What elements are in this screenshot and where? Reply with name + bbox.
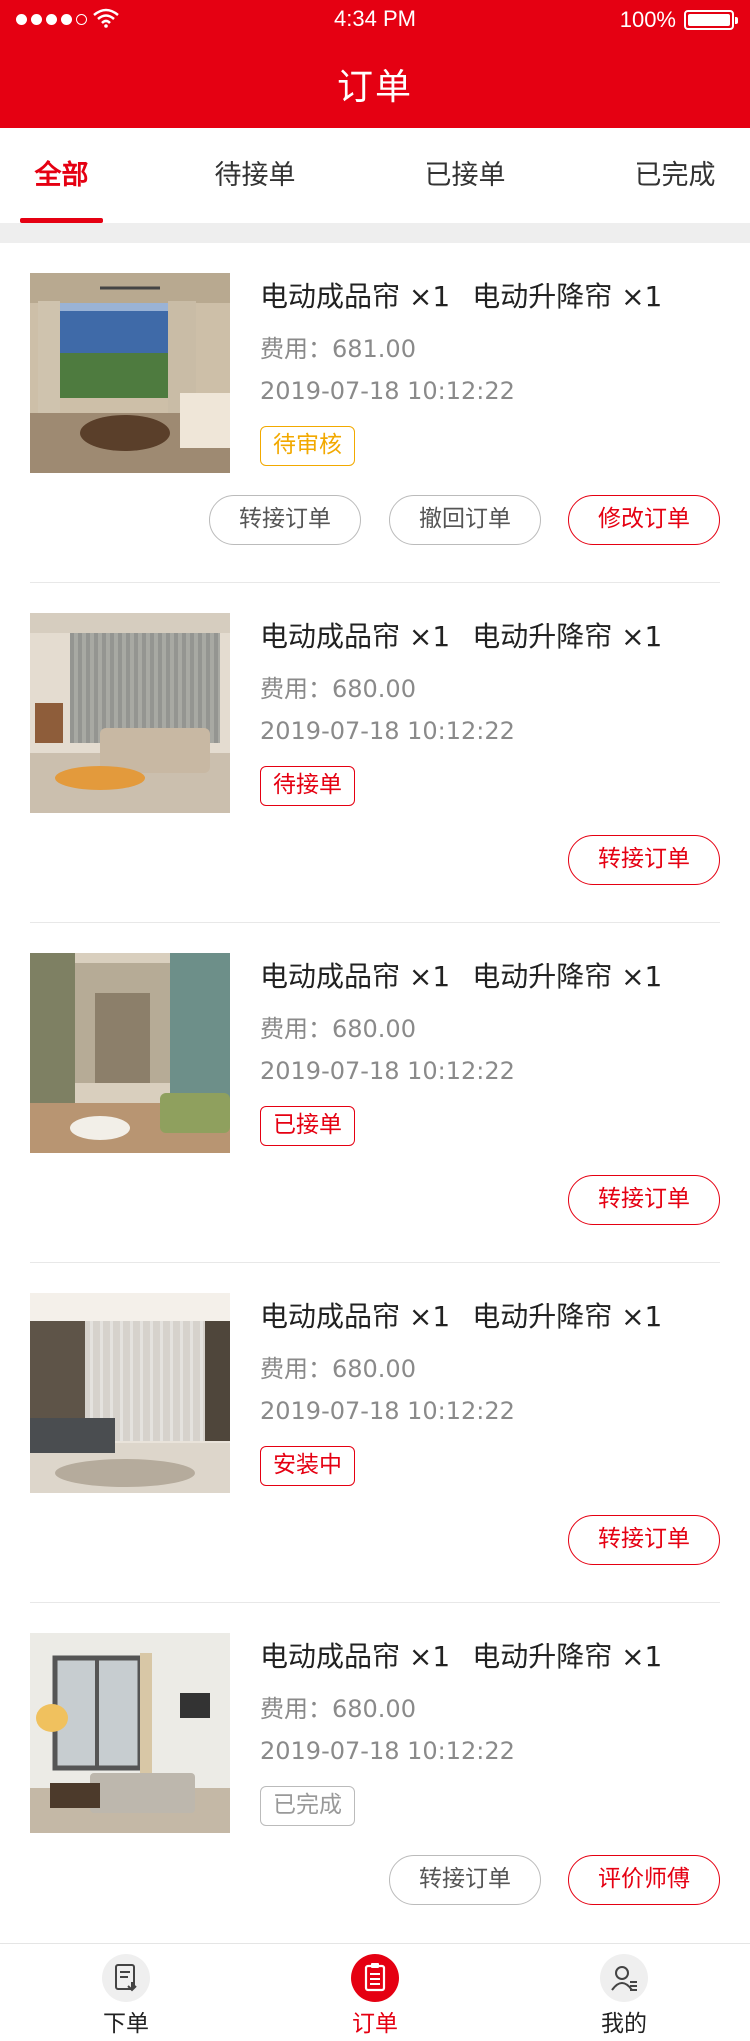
status-badge: 已接单 xyxy=(260,1106,355,1146)
battery-icon xyxy=(684,10,738,30)
order-fee: 费用：680.00 xyxy=(260,675,416,703)
bottom-navigation: 下单 订单 我的 xyxy=(0,1943,750,2041)
rate-technician-button[interactable]: 评价师傅 xyxy=(568,1855,720,1905)
nav-label: 我的 xyxy=(601,2011,647,2037)
nav-place-order[interactable]: 下单 xyxy=(66,1944,186,2041)
order-fee: 费用：680.00 xyxy=(260,1015,416,1043)
tab-pending-accept[interactable]: 待接单 xyxy=(205,128,305,223)
order-thumbnail xyxy=(30,1293,230,1493)
order-card[interactable]: 电动成品帘 ×1 电动升降帘 ×1 费用：680.00 2019-07-18 10… xyxy=(0,583,750,923)
order-items: 电动成品帘 ×1 电动升降帘 ×1 xyxy=(260,620,663,653)
order-date: 2019-07-18 10:12:22 xyxy=(260,717,515,745)
status-badge: 待审核 xyxy=(260,426,355,466)
order-form-icon xyxy=(102,1954,150,2002)
order-items: 电动成品帘 ×1 电动升降帘 ×1 xyxy=(260,960,663,993)
tab-accepted[interactable]: 已接单 xyxy=(415,128,515,223)
nav-profile[interactable]: 我的 xyxy=(564,1944,684,2041)
transfer-order-button[interactable]: 转接订单 xyxy=(209,495,361,545)
order-card[interactable]: 电动成品帘 ×1 电动升降帘 ×1 费用：680.00 2019-07-18 10… xyxy=(0,1603,750,1943)
order-fee: 费用：680.00 xyxy=(260,1355,416,1383)
section-separator xyxy=(0,223,750,243)
order-date: 2019-07-18 10:12:22 xyxy=(260,1057,515,1085)
transfer-order-button[interactable]: 转接订单 xyxy=(568,835,720,885)
tab-all[interactable]: 全部 xyxy=(20,128,103,223)
order-thumbnail xyxy=(30,1633,230,1833)
nav-orders[interactable]: 订单 xyxy=(315,1944,435,2041)
nav-label: 订单 xyxy=(352,2011,398,2037)
transfer-order-button[interactable]: 转接订单 xyxy=(389,1855,541,1905)
order-card[interactable]: 电动成品帘 ×1 电动升降帘 ×1 费用：681.00 2019-07-18 10… xyxy=(0,243,750,583)
order-date: 2019-07-18 10:12:22 xyxy=(260,377,515,405)
transfer-order-button[interactable]: 转接订单 xyxy=(568,1175,720,1225)
orders-list-icon xyxy=(351,1954,399,2002)
nav-label: 下单 xyxy=(103,2011,149,2037)
withdraw-order-button[interactable]: 撤回订单 xyxy=(389,495,541,545)
order-thumbnail xyxy=(30,613,230,813)
order-items: 电动成品帘 ×1 电动升降帘 ×1 xyxy=(260,1640,663,1673)
order-card[interactable]: 电动成品帘 ×1 电动升降帘 ×1 费用：680.00 2019-07-18 10… xyxy=(0,1263,750,1603)
order-items: 电动成品帘 ×1 电动升降帘 ×1 xyxy=(260,1300,663,1333)
status-badge: 已完成 xyxy=(260,1786,355,1826)
order-items: 电动成品帘 ×1 电动升降帘 ×1 xyxy=(260,280,663,313)
modify-order-button[interactable]: 修改订单 xyxy=(568,495,720,545)
order-tabs: 全部 待接单 已接单 已完成 xyxy=(0,128,750,223)
order-date: 2019-07-18 10:12:22 xyxy=(260,1737,515,1765)
order-thumbnail xyxy=(30,273,230,473)
status-bar: 4:34 PM 100% xyxy=(0,0,750,40)
order-card[interactable]: 电动成品帘 ×1 电动升降帘 ×1 费用：680.00 2019-07-18 10… xyxy=(0,923,750,1263)
order-fee: 费用：680.00 xyxy=(260,1695,416,1723)
order-date: 2019-07-18 10:12:22 xyxy=(260,1397,515,1425)
status-badge: 安装中 xyxy=(260,1446,355,1486)
profile-icon xyxy=(600,1954,648,2002)
order-fee: 费用：681.00 xyxy=(260,335,416,363)
page-title: 订单 xyxy=(336,67,413,108)
battery-percentage: 100% xyxy=(619,7,676,32)
order-thumbnail xyxy=(30,953,230,1153)
tab-completed[interactable]: 已完成 xyxy=(625,128,725,223)
transfer-order-button[interactable]: 转接订单 xyxy=(568,1515,720,1565)
status-badge: 待接单 xyxy=(260,766,355,806)
top-bar: 4:34 PM 100% 订单 xyxy=(0,0,750,128)
